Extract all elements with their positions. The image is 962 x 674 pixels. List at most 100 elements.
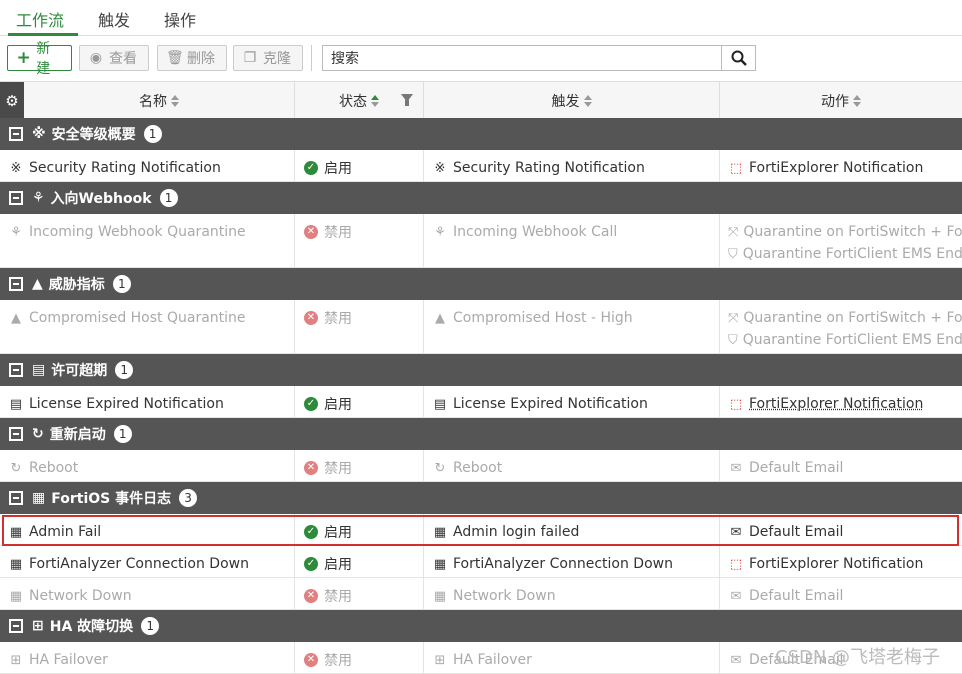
sort-icon bbox=[853, 94, 861, 107]
reboot-icon: ↻ bbox=[10, 460, 22, 476]
collapse-icon[interactable] bbox=[9, 277, 23, 291]
table-row[interactable]: ▦ FortiAnalyzer Connection Down ✓ 启用 ▦ Fort… bbox=[0, 546, 962, 578]
envelope-icon: ✉ bbox=[730, 652, 742, 668]
column-header-trigger[interactable]: 触发 bbox=[424, 82, 720, 119]
column-settings-button[interactable]: ⚙ bbox=[0, 82, 24, 119]
toolbar-divider bbox=[311, 45, 312, 71]
reboot-icon: ↻ bbox=[434, 460, 446, 476]
event-log-icon: ▦ bbox=[9, 588, 23, 604]
collapse-icon[interactable] bbox=[9, 127, 23, 141]
clone-button[interactable]: ❐ 克隆 bbox=[233, 45, 303, 71]
count-badge: 1 bbox=[159, 189, 178, 207]
security-rating-icon: ※ bbox=[434, 160, 446, 176]
filter-icon[interactable] bbox=[401, 94, 413, 106]
webhook-icon: ⚘ bbox=[434, 224, 446, 240]
webhook-icon: ⚘ bbox=[32, 190, 45, 206]
warning-icon: ▲ bbox=[32, 276, 43, 292]
tab-action[interactable]: 操作 bbox=[164, 7, 196, 31]
envelope-icon: ✉ bbox=[730, 588, 742, 604]
shield-icon: ⛉ bbox=[728, 246, 738, 262]
tab-trigger[interactable]: 触发 bbox=[98, 7, 130, 31]
group-header[interactable]: ↻ 重新启动 1 bbox=[0, 418, 962, 450]
check-icon: ✓ bbox=[304, 525, 318, 539]
disabled-icon: ✕ bbox=[304, 589, 318, 603]
collapse-icon[interactable] bbox=[9, 427, 23, 441]
disabled-icon: ✕ bbox=[304, 653, 318, 667]
count-badge: 1 bbox=[115, 361, 134, 379]
watermark: CSDN @飞塔老梅子 bbox=[775, 647, 941, 668]
check-icon: ✓ bbox=[304, 397, 318, 411]
fortiexplorer-icon: ⬚ bbox=[729, 556, 743, 572]
tab-workflow[interactable]: 工作流 bbox=[16, 7, 64, 31]
column-header-name[interactable]: 名称 bbox=[24, 82, 295, 119]
table-header: ⚙ 名称 状态 触发 动作 bbox=[0, 81, 962, 119]
security-rating-icon: ※ bbox=[32, 126, 46, 142]
fortiexplorer-icon: ⬚ bbox=[729, 396, 743, 412]
event-log-icon: ▦ bbox=[9, 524, 23, 540]
view-button[interactable]: ◉ 查看 bbox=[79, 45, 149, 71]
shield-icon: ⛉ bbox=[728, 332, 738, 348]
ha-icon: ⊞ bbox=[434, 652, 446, 668]
column-header-status[interactable]: 状态 bbox=[295, 82, 424, 119]
fortiexplorer-icon: ⬚ bbox=[729, 160, 743, 176]
warning-icon: ▲ bbox=[435, 310, 445, 326]
quarantine-switch-icon: ⤧ bbox=[728, 310, 739, 326]
count-badge: 3 bbox=[179, 489, 198, 507]
eye-icon: ◉ bbox=[89, 50, 103, 66]
table-row[interactable]: ⚘ Incoming Webhook Quarantine ✕ 禁用 ⚘ Incomi… bbox=[0, 214, 962, 268]
collapse-icon[interactable] bbox=[9, 363, 23, 377]
quarantine-switch-icon: ⤧ bbox=[728, 224, 739, 240]
search-icon bbox=[731, 50, 747, 66]
collapse-icon[interactable] bbox=[9, 191, 23, 205]
group-header[interactable]: ※ 安全等级概要 1 bbox=[0, 118, 962, 150]
event-log-icon: ▦ bbox=[433, 524, 447, 540]
count-badge: 1 bbox=[143, 125, 162, 143]
search-input[interactable]: 搜索 bbox=[322, 45, 722, 71]
reboot-icon: ↻ bbox=[32, 426, 44, 442]
delete-button[interactable]: 🗑 删除 bbox=[157, 45, 227, 71]
search-button[interactable] bbox=[721, 45, 756, 71]
gear-icon: ⚙ bbox=[5, 91, 19, 110]
table-row[interactable]: ※ Security Rating Notification ✓ 启用 ※ Secur… bbox=[0, 150, 962, 182]
disabled-icon: ✕ bbox=[304, 311, 318, 325]
disabled-icon: ✕ bbox=[304, 225, 318, 239]
event-log-icon: ▦ bbox=[9, 556, 23, 572]
count-badge: 1 bbox=[112, 275, 131, 293]
sort-icon bbox=[371, 94, 379, 107]
event-log-icon: ▦ bbox=[433, 588, 447, 604]
ha-icon: ⊞ bbox=[10, 652, 22, 668]
count-badge: 1 bbox=[141, 617, 160, 635]
group-header[interactable]: ▲ 威胁指标 1 bbox=[0, 268, 962, 300]
column-header-action[interactable]: 动作 bbox=[720, 82, 962, 119]
warning-icon: ▲ bbox=[11, 310, 21, 326]
check-icon: ✓ bbox=[304, 161, 318, 175]
tab-bar: 工作流 触发 操作 bbox=[0, 0, 962, 36]
clone-icon: ❐ bbox=[243, 50, 257, 66]
collapse-icon[interactable] bbox=[9, 619, 23, 633]
security-rating-icon: ※ bbox=[10, 160, 22, 176]
table-row[interactable]: ▦ Network Down ✕ 禁用 ▦ Network Down ✉ Default… bbox=[0, 578, 962, 610]
group-header[interactable]: ▤ 许可超期 1 bbox=[0, 354, 962, 386]
license-icon: ▤ bbox=[433, 396, 447, 412]
table-row[interactable]: ▤ License Expired Notification ✓ 启用 ▤ Licen… bbox=[0, 386, 962, 418]
table-row[interactable]: ↻ Reboot ✕ 禁用 ↻ Reboot ✉ Default Email bbox=[0, 450, 962, 482]
license-icon: ▤ bbox=[32, 362, 46, 378]
table-row[interactable]: ▦ Admin Fail ✓ 启用 ▦ Admin login failed ✉ Def… bbox=[0, 514, 962, 546]
check-icon: ✓ bbox=[304, 557, 318, 571]
new-button[interactable]: + 新建 bbox=[7, 41, 72, 77]
event-log-icon: ▦ bbox=[32, 490, 46, 506]
group-header[interactable]: ▦ FortiOS 事件日志 3 bbox=[0, 482, 962, 514]
group-header[interactable]: ⚘ 入向Webhook 1 bbox=[0, 182, 962, 214]
webhook-icon: ⚘ bbox=[10, 224, 22, 240]
envelope-icon: ✉ bbox=[730, 460, 742, 476]
collapse-icon[interactable] bbox=[9, 491, 23, 505]
trash-icon: 🗑 bbox=[166, 50, 184, 66]
license-icon: ▤ bbox=[9, 396, 23, 412]
toolbar: + 新建 ◉ 查看 🗑 删除 ❐ 克隆 搜索 bbox=[0, 36, 962, 81]
group-header[interactable]: ⊞ HA 故障切换 1 bbox=[0, 610, 962, 642]
event-log-icon: ▦ bbox=[433, 556, 447, 572]
ha-icon: ⊞ bbox=[32, 618, 44, 634]
table-row[interactable]: ▲ Compromised Host Quarantine ✕ 禁用 ▲ Compro… bbox=[0, 300, 962, 354]
sort-icon bbox=[583, 94, 592, 107]
plus-icon: + bbox=[16, 48, 31, 68]
